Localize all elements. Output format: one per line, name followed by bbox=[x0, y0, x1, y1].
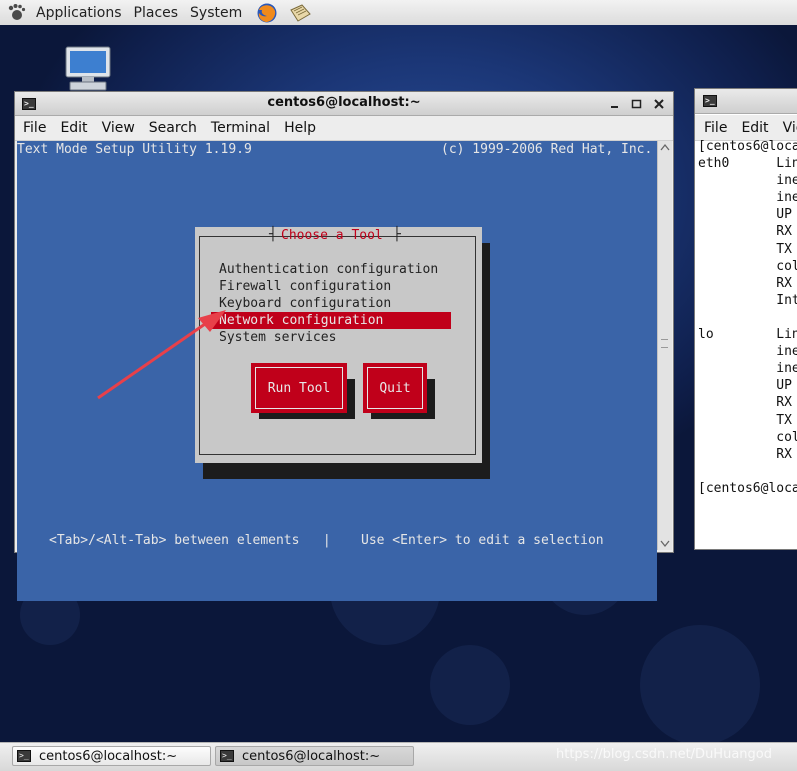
maximize-icon[interactable] bbox=[631, 98, 643, 110]
terminal-line: TX bbox=[698, 241, 792, 257]
menu-system[interactable]: System bbox=[184, 5, 248, 21]
terminal-line: RX bbox=[698, 224, 792, 240]
tui-header-left: Text Mode Setup Utility 1.19.9 bbox=[17, 142, 252, 157]
secondary-titlebar[interactable]: >_ bbox=[695, 89, 797, 114]
taskbar-item-1[interactable]: >_ centos6@localhost:~ bbox=[12, 746, 211, 766]
window-title: centos6@localhost:~ bbox=[267, 95, 421, 110]
computer-icon[interactable] bbox=[62, 45, 114, 93]
terminal-line: RX bbox=[698, 275, 792, 291]
tool-list-item[interactable]: Network configuration bbox=[219, 312, 451, 329]
bottom-panel: >_ centos6@localhost:~ >_ centos6@localh… bbox=[0, 742, 797, 771]
notepad-icon[interactable] bbox=[288, 2, 312, 24]
terminal-line: ine bbox=[698, 344, 797, 360]
terminal-line: RX bbox=[698, 446, 792, 462]
terminal-line: [centos6@loca bbox=[698, 480, 797, 496]
secondary-menu-file[interactable]: File bbox=[695, 120, 734, 136]
terminal-line: UP bbox=[698, 378, 792, 394]
scroll-grip[interactable] bbox=[661, 339, 668, 348]
main-titlebar[interactable]: >_ centos6@localhost:~ bbox=[15, 92, 673, 116]
secondary-menu-view[interactable]: Vie bbox=[776, 120, 797, 136]
tui-footer-right: Use <Enter> to edit a selection bbox=[361, 533, 604, 548]
tui-header-right: (c) 1999-2006 Red Hat, Inc. bbox=[441, 142, 653, 157]
tool-list-item[interactable]: System services bbox=[219, 329, 336, 346]
taskbar-item-1-label: centos6@localhost:~ bbox=[39, 748, 178, 764]
top-panel: Applications Places System bbox=[0, 0, 797, 26]
terminal-icon: >_ bbox=[703, 95, 717, 107]
terminal-line: TX bbox=[698, 412, 792, 428]
terminal-line: ine bbox=[698, 361, 797, 377]
terminal-line: col bbox=[698, 429, 797, 445]
menu-view[interactable]: View bbox=[95, 120, 142, 136]
terminal-line: Int bbox=[698, 292, 797, 308]
taskbar-item-2[interactable]: >_ centos6@localhost:~ bbox=[215, 746, 414, 766]
menu-search[interactable]: Search bbox=[142, 120, 204, 136]
scroll-down-icon[interactable] bbox=[658, 536, 672, 550]
tool-list-item[interactable]: Keyboard configuration bbox=[219, 295, 391, 312]
dialog-title-bracket-right: ├ bbox=[393, 227, 401, 242]
tui-screen: Text Mode Setup Utility 1.19.9 (c) 1999-… bbox=[17, 141, 657, 601]
minimize-icon[interactable] bbox=[609, 98, 621, 110]
terminal-line: RX bbox=[698, 395, 792, 411]
gnome-foot-icon[interactable] bbox=[6, 3, 28, 23]
terminal-line: [centos6@loca bbox=[698, 139, 797, 154]
main-menubar: File Edit View Search Terminal Help bbox=[15, 116, 673, 141]
menu-help[interactable]: Help bbox=[277, 120, 323, 136]
choose-tool-dialog: ┤ Choose a Tool ├ Authentication configu… bbox=[195, 227, 482, 463]
terminal-line: ine bbox=[698, 173, 797, 189]
tool-list-item[interactable]: Authentication configuration bbox=[219, 261, 438, 278]
terminal-scrollbar[interactable] bbox=[657, 141, 672, 550]
secondary-terminal-output: [centos6@loca eth0 Lin ine ine UP RX TX c… bbox=[698, 138, 797, 497]
main-terminal-window[interactable]: >_ centos6@localhost:~ File Edit View Se… bbox=[14, 91, 674, 601]
tui-footer-left: <Tab>/<Alt-Tab> between elements | bbox=[49, 533, 331, 548]
run-tool-button[interactable]: Run Tool bbox=[251, 363, 347, 413]
watermark: https://blog.csdn.net/DuHuangod bbox=[556, 747, 772, 762]
terminal-line: lo Lin bbox=[698, 327, 797, 343]
terminal-line: eth0 Lin bbox=[698, 156, 797, 172]
menu-terminal[interactable]: Terminal bbox=[204, 120, 277, 136]
run-tool-label: Run Tool bbox=[267, 380, 331, 396]
quit-label: Quit bbox=[379, 380, 411, 396]
dialog-title: Choose a Tool bbox=[281, 228, 383, 243]
terminal-icon: >_ bbox=[17, 750, 31, 762]
terminal-line: UP bbox=[698, 207, 792, 223]
secondary-menu-edit[interactable]: Edit bbox=[734, 120, 775, 136]
terminal-icon: >_ bbox=[220, 750, 234, 762]
menu-file[interactable]: File bbox=[15, 120, 53, 136]
quit-button[interactable]: Quit bbox=[363, 363, 427, 413]
secondary-terminal-window[interactable]: >_ File Edit Vie [centos6@loca eth0 Lin i… bbox=[694, 88, 797, 550]
firefox-icon[interactable] bbox=[256, 2, 278, 24]
tool-list-item[interactable]: Firewall configuration bbox=[219, 278, 391, 295]
close-icon[interactable] bbox=[653, 98, 665, 110]
terminal-line: ine bbox=[698, 190, 797, 206]
menu-places[interactable]: Places bbox=[128, 5, 185, 21]
menu-applications[interactable]: Applications bbox=[30, 5, 128, 21]
menu-edit[interactable]: Edit bbox=[53, 120, 94, 136]
taskbar-item-2-label: centos6@localhost:~ bbox=[242, 748, 381, 764]
terminal-line: col bbox=[698, 258, 797, 274]
dialog-title-bracket-left: ┤ bbox=[269, 227, 277, 242]
scroll-up-icon[interactable] bbox=[658, 141, 672, 155]
